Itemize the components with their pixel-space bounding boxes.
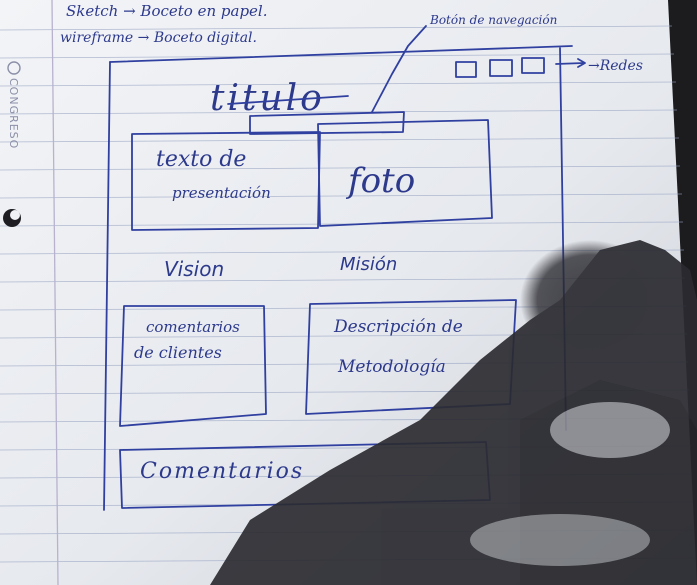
methodology-text-1: Descripción de	[333, 317, 463, 337]
comments-label: Comentarios	[140, 459, 304, 484]
note-line-2: wireframe → Boceto digital.	[60, 30, 257, 46]
client-comments-text-2: de clientes	[134, 343, 222, 362]
note-line-1: Sketch → Boceto en papel.	[66, 2, 268, 20]
vision-label: Vision	[164, 257, 224, 281]
nav-buttons-annotation: Botón de navegación	[429, 13, 557, 27]
methodology-text-2: Metodología	[337, 357, 446, 377]
svg-text:CONGRESO: CONGRESO	[7, 78, 20, 149]
presentation-text-2: presentación	[172, 184, 271, 202]
presentation-text-1: texto de	[156, 147, 246, 172]
mission-label: Misión	[340, 254, 397, 275]
client-comments-text-1: comentarios	[146, 318, 240, 336]
notebook-photo: CONGRESO Sketch → Boceto en papel. wiref…	[0, 0, 697, 585]
photo-label: foto	[345, 161, 415, 201]
social-annotation: →Redes	[588, 58, 643, 74]
